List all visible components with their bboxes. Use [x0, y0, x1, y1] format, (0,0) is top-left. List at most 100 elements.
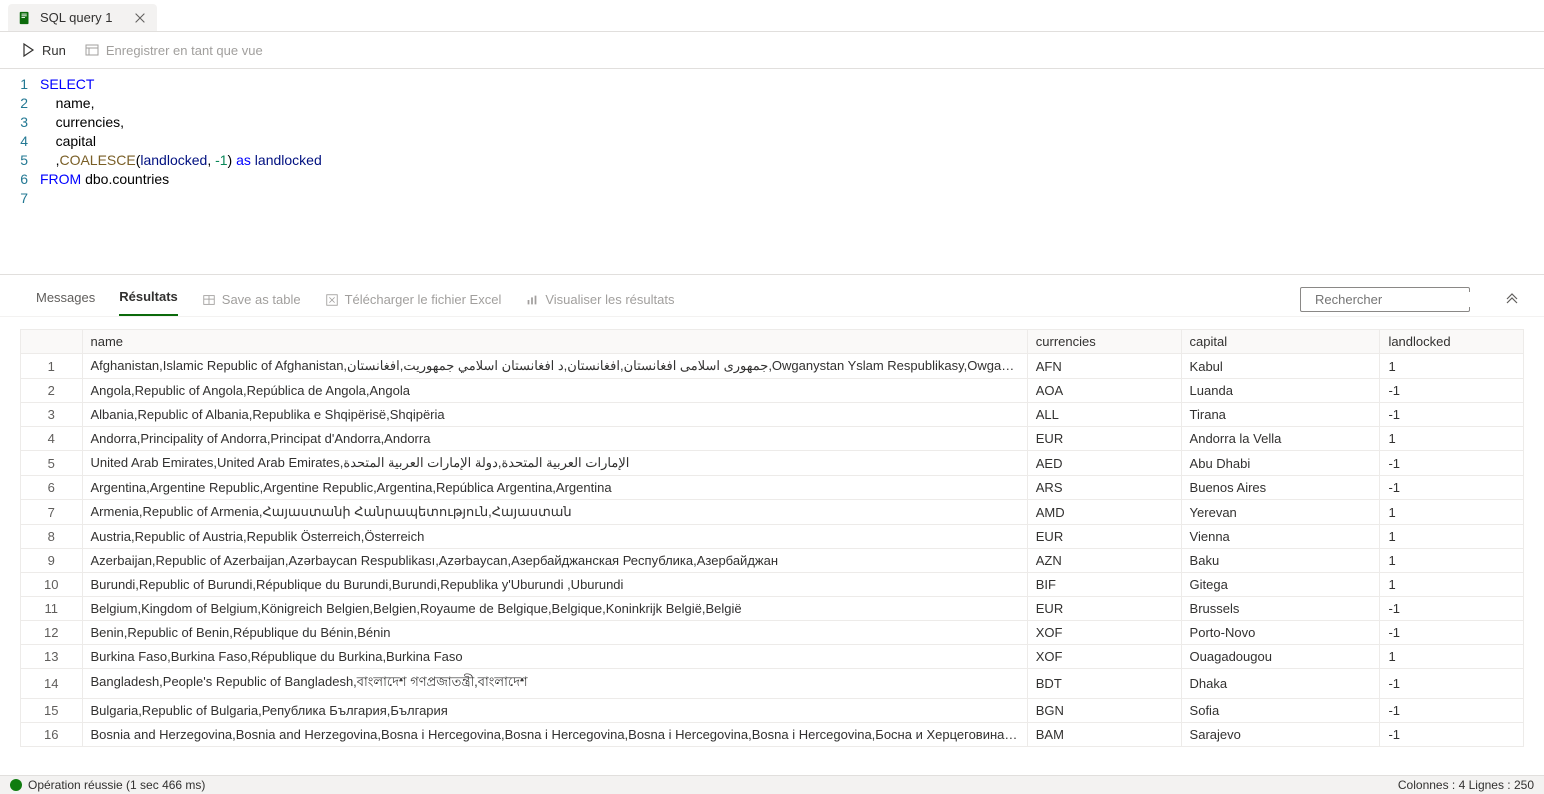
cell-currencies[interactable]: AED [1027, 451, 1181, 476]
table-row[interactable]: 15Bulgaria,Republic of Bulgaria,Републик… [21, 699, 1524, 723]
table-row[interactable]: 3Albania,Republic of Albania,Republika e… [21, 403, 1524, 427]
cell-currencies[interactable]: EUR [1027, 525, 1181, 549]
cell-currencies[interactable]: BDT [1027, 669, 1181, 699]
code-area[interactable]: SELECT name, currencies, capital ,COALES… [40, 75, 1544, 208]
cell-landlocked[interactable]: -1 [1380, 723, 1524, 747]
table-row[interactable]: 13Burkina Faso,Burkina Faso,République d… [21, 645, 1524, 669]
cell-name[interactable]: Argentina,Argentine Republic,Argentine R… [82, 476, 1027, 500]
search-input[interactable] [1315, 292, 1491, 307]
cell-landlocked[interactable]: 1 [1380, 427, 1524, 451]
table-row[interactable]: 14Bangladesh,People's Republic of Bangla… [21, 669, 1524, 699]
header-currencies[interactable]: currencies [1027, 330, 1181, 354]
cell-landlocked[interactable]: -1 [1380, 403, 1524, 427]
cell-landlocked[interactable]: -1 [1380, 699, 1524, 723]
cell-currencies[interactable]: XOF [1027, 621, 1181, 645]
cell-name[interactable]: Albania,Republic of Albania,Republika e … [82, 403, 1027, 427]
cell-currencies[interactable]: ARS [1027, 476, 1181, 500]
save-as-view-button[interactable]: Enregistrer en tant que vue [84, 42, 263, 58]
table-row[interactable]: 7Armenia,Republic of Armenia,Հայաստանի Հ… [21, 500, 1524, 525]
cell-currencies[interactable]: AZN [1027, 549, 1181, 573]
cell-currencies[interactable]: AFN [1027, 354, 1181, 379]
sql-editor[interactable]: 1 2 3 4 5 6 7 SELECT name, currencies, c… [0, 69, 1544, 214]
header-capital[interactable]: capital [1181, 330, 1380, 354]
cell-name[interactable]: Belgium,Kingdom of Belgium,Königreich Be… [82, 597, 1027, 621]
table-row[interactable]: 5United Arab Emirates,United Arab Emirat… [21, 451, 1524, 476]
cell-name[interactable]: Bulgaria,Republic of Bulgaria,Република … [82, 699, 1027, 723]
cell-landlocked[interactable]: 1 [1380, 500, 1524, 525]
cell-currencies[interactable]: BGN [1027, 699, 1181, 723]
save-as-table-button[interactable]: Save as table [202, 292, 301, 307]
cell-capital[interactable]: Dhaka [1181, 669, 1380, 699]
close-icon[interactable] [133, 11, 147, 25]
cell-capital[interactable]: Brussels [1181, 597, 1380, 621]
cell-capital[interactable]: Ouagadougou [1181, 645, 1380, 669]
cell-currencies[interactable]: AOA [1027, 379, 1181, 403]
table-row[interactable]: 9Azerbaijan,Republic of Azerbaijan,Azərb… [21, 549, 1524, 573]
cell-currencies[interactable]: XOF [1027, 645, 1181, 669]
cell-capital[interactable]: Baku [1181, 549, 1380, 573]
cell-landlocked[interactable]: -1 [1380, 476, 1524, 500]
header-name[interactable]: name [82, 330, 1027, 354]
cell-landlocked[interactable]: 1 [1380, 573, 1524, 597]
cell-landlocked[interactable]: -1 [1380, 451, 1524, 476]
collapse-panel-button[interactable] [1500, 286, 1524, 313]
cell-capital[interactable]: Abu Dhabi [1181, 451, 1380, 476]
cell-capital[interactable]: Luanda [1181, 379, 1380, 403]
table-row[interactable]: 8Austria,Republic of Austria,Republik Ös… [21, 525, 1524, 549]
cell-currencies[interactable]: ALL [1027, 403, 1181, 427]
cell-capital[interactable]: Buenos Aires [1181, 476, 1380, 500]
results-search[interactable] [1300, 287, 1470, 312]
cell-landlocked[interactable]: -1 [1380, 621, 1524, 645]
cell-capital[interactable]: Porto-Novo [1181, 621, 1380, 645]
cell-name[interactable]: Austria,Republic of Austria,Republik Öst… [82, 525, 1027, 549]
cell-landlocked[interactable]: 1 [1380, 525, 1524, 549]
run-button[interactable]: Run [20, 42, 66, 58]
cell-name[interactable]: Azerbaijan,Republic of Azerbaijan,Azərba… [82, 549, 1027, 573]
download-excel-button[interactable]: Télécharger le fichier Excel [325, 292, 502, 307]
cell-name[interactable]: Angola,Republic of Angola,República de A… [82, 379, 1027, 403]
table-row[interactable]: 2Angola,Republic of Angola,República de … [21, 379, 1524, 403]
cell-landlocked[interactable]: -1 [1380, 379, 1524, 403]
cell-name[interactable]: Armenia,Republic of Armenia,Հայաստանի Հա… [82, 500, 1027, 525]
table-row[interactable]: 6Argentina,Argentine Republic,Argentine … [21, 476, 1524, 500]
cell-landlocked[interactable]: 1 [1380, 549, 1524, 573]
tab-results[interactable]: Résultats [119, 283, 178, 316]
visualize-results-button[interactable]: Visualiser les résultats [525, 292, 674, 307]
cell-capital[interactable]: Tirana [1181, 403, 1380, 427]
table-row[interactable]: 4Andorra,Principality of Andorra,Princip… [21, 427, 1524, 451]
table-row[interactable]: 10Burundi,Republic of Burundi,République… [21, 573, 1524, 597]
header-rownum[interactable] [21, 330, 83, 354]
cell-capital[interactable]: Sofia [1181, 699, 1380, 723]
tab-messages[interactable]: Messages [36, 284, 95, 315]
table-row[interactable]: 12Benin,Republic of Benin,République du … [21, 621, 1524, 645]
cell-capital[interactable]: Kabul [1181, 354, 1380, 379]
cell-name[interactable]: Bangladesh,People's Republic of Banglade… [82, 669, 1027, 699]
cell-landlocked[interactable]: -1 [1380, 669, 1524, 699]
cell-name[interactable]: United Arab Emirates,United Arab Emirate… [82, 451, 1027, 476]
cell-currencies[interactable]: EUR [1027, 427, 1181, 451]
cell-capital[interactable]: Yerevan [1181, 500, 1380, 525]
table-row[interactable]: 1 Afghanistan,Islamic Republic of Afghani… [21, 354, 1524, 379]
results-grid-wrap[interactable]: name currencies capital landlocked 1 Afgh… [0, 317, 1544, 775]
query-tab[interactable]: SQL query 1 [8, 4, 157, 31]
cell-currencies[interactable]: BAM [1027, 723, 1181, 747]
cell-name[interactable]: Andorra,Principality of Andorra,Principa… [82, 427, 1027, 451]
cell-name[interactable]: Burundi,Republic of Burundi,République d… [82, 573, 1027, 597]
cell-capital[interactable]: Vienna [1181, 525, 1380, 549]
cell-capital[interactable]: Gitega [1181, 573, 1380, 597]
cell-currencies[interactable]: AMD [1027, 500, 1181, 525]
cell-landlocked[interactable]: -1 [1380, 597, 1524, 621]
cell-currencies[interactable]: BIF [1027, 573, 1181, 597]
header-landlocked[interactable]: landlocked [1380, 330, 1524, 354]
cell-capital[interactable]: Sarajevo [1181, 723, 1380, 747]
cell-name[interactable]: Afghanistan,Islamic Republic of Afghanis… [82, 354, 1027, 379]
table-row[interactable]: 16Bosnia and Herzegovina,Bosnia and Herz… [21, 723, 1524, 747]
cell-landlocked[interactable]: 1 [1380, 354, 1524, 379]
table-row[interactable]: 11Belgium,Kingdom of Belgium,Königreich … [21, 597, 1524, 621]
cell-landlocked[interactable]: 1 [1380, 645, 1524, 669]
cell-capital[interactable]: Andorra la Vella [1181, 427, 1380, 451]
cell-name[interactable]: Benin,Republic of Benin,République du Bé… [82, 621, 1027, 645]
cell-name[interactable]: Burkina Faso,Burkina Faso,République du … [82, 645, 1027, 669]
cell-name[interactable]: Bosnia and Herzegovina,Bosnia and Herzeg… [82, 723, 1027, 747]
cell-currencies[interactable]: EUR [1027, 597, 1181, 621]
